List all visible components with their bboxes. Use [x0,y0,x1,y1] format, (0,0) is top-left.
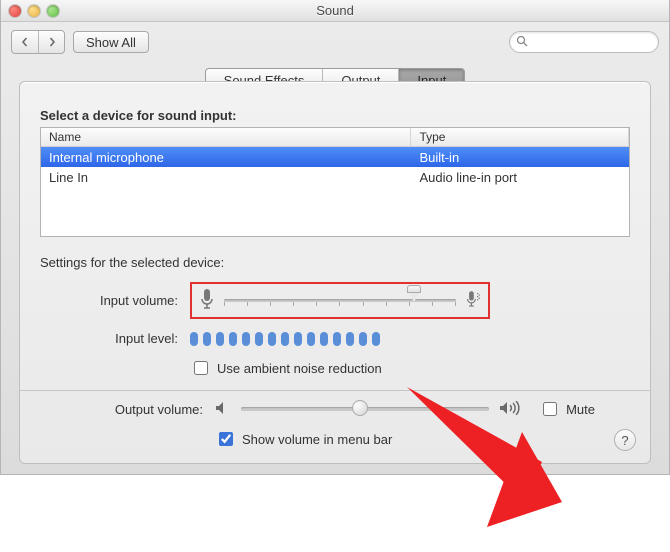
show-volume-menubar-label: Show volume in menu bar [242,432,392,447]
show-volume-menubar-row[interactable]: Show volume in menu bar [215,429,630,449]
output-volume-row: Mute [215,399,595,419]
show-volume-menubar-checkbox[interactable] [219,432,233,446]
speaker-quiet-icon [215,401,231,418]
search-icon [516,35,528,47]
device-row[interactable]: Internal microphone Built-in [41,147,629,167]
mute-checkbox[interactable] [543,402,557,416]
col-header-type[interactable]: Type [411,128,629,146]
sound-prefs-window: Sound Show All Sound Effects Output Inpu… [0,0,670,475]
ambient-noise-label: Use ambient noise reduction [217,361,382,376]
device-type: Audio line-in port [411,170,629,185]
window-controls [1,5,59,17]
input-level-label: Input level: [60,331,190,346]
toolbar: Show All [1,22,669,62]
input-volume-highlight [190,282,490,319]
chevron-left-icon [20,37,30,47]
zoom-icon[interactable] [47,5,59,17]
back-button[interactable] [12,31,38,53]
window-title: Sound [1,3,669,18]
mic-quiet-icon [200,288,214,313]
main-panel: Select a device for sound input: Name Ty… [19,81,651,464]
chevron-right-icon [47,37,57,47]
col-header-name[interactable]: Name [41,128,411,146]
nav-back-forward [11,30,65,54]
ambient-noise-checkbox-row[interactable]: Use ambient noise reduction [190,358,560,378]
device-section-heading: Select a device for sound input: [40,108,630,123]
divider [20,390,650,391]
device-name: Internal microphone [41,150,411,165]
input-level-meter [190,332,560,346]
mic-loud-icon [466,288,480,313]
help-button[interactable]: ? [614,429,636,451]
output-volume-slider[interactable] [241,407,489,411]
device-row[interactable]: Line In Audio line-in port [41,167,629,187]
search-field-wrap [509,31,659,53]
show-all-button[interactable]: Show All [73,31,149,53]
question-mark-icon: ? [621,433,628,448]
list-header: Name Type [41,128,629,147]
device-name: Line In [41,170,411,185]
close-icon[interactable] [9,5,21,17]
mute-label: Mute [566,402,595,417]
settings-heading: Settings for the selected device: [40,255,630,270]
ambient-noise-checkbox[interactable] [194,361,208,375]
input-device-list[interactable]: Name Type Internal microphone Built-in L… [40,127,630,237]
forward-button[interactable] [38,31,64,53]
device-type: Built-in [411,150,629,165]
search-input[interactable] [509,31,659,53]
output-volume-label: Output volume: [40,402,215,417]
input-volume-slider[interactable] [224,291,456,311]
input-volume-label: Input volume: [60,293,190,308]
mute-checkbox-row[interactable]: Mute [539,399,595,419]
titlebar: Sound [1,0,669,22]
speaker-loud-icon [499,401,521,418]
minimize-icon[interactable] [28,5,40,17]
